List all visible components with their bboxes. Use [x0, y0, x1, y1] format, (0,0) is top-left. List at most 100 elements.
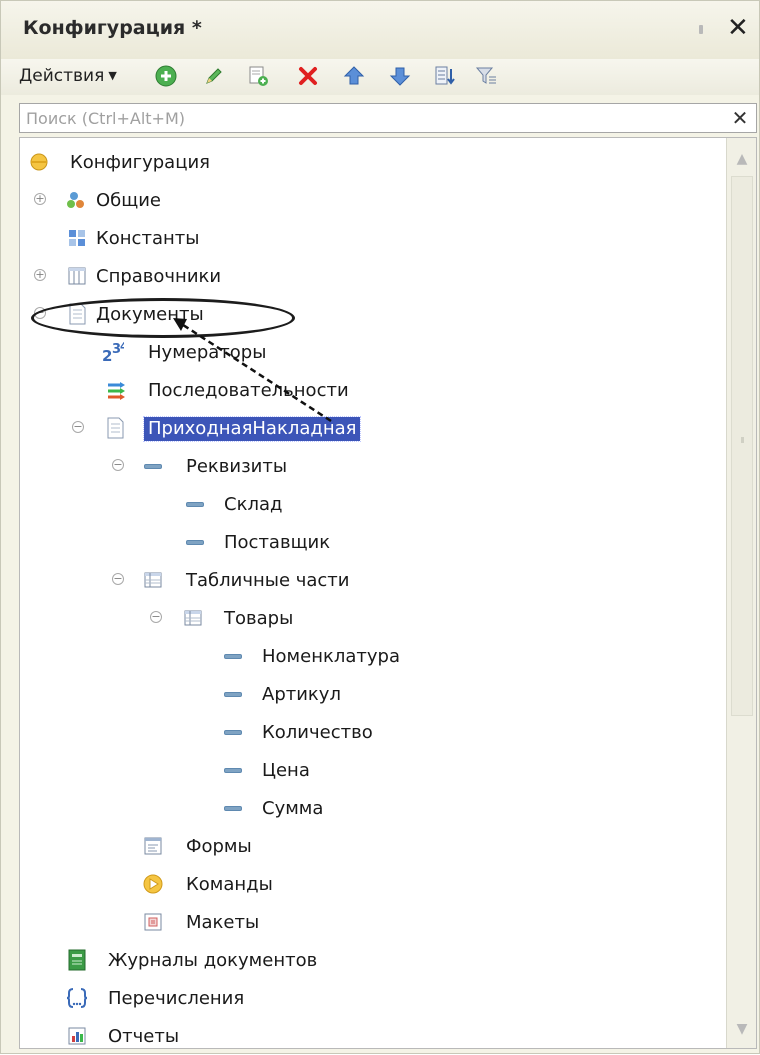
- copy-icon: [249, 66, 268, 86]
- scroll-up-button[interactable]: ▲: [727, 144, 756, 174]
- configuration-icon: [28, 151, 50, 173]
- tree-item-tabular-parts[interactable]: − Табличные части: [20, 564, 726, 598]
- attribute-icon: [142, 455, 164, 477]
- sort-button[interactable]: [431, 63, 457, 89]
- tree-item-sequences[interactable]: Последовательности: [20, 374, 726, 408]
- vertical-scrollbar[interactable]: ▲ ▼: [726, 138, 756, 1048]
- attribute-icon: [184, 493, 206, 515]
- expand-icon[interactable]: +: [34, 269, 46, 281]
- tree-label: Макеты: [186, 912, 260, 933]
- tree-label: Товары: [224, 608, 294, 629]
- tree-item-documents[interactable]: − Документы: [20, 298, 726, 332]
- edit-icon: [206, 68, 222, 84]
- clear-search-button[interactable]: ✕: [726, 104, 754, 132]
- tree-item-attributes[interactable]: − Реквизиты: [20, 450, 726, 484]
- document-icon: [104, 417, 126, 439]
- attribute-icon: [222, 759, 244, 781]
- numerators-icon: 234: [102, 341, 124, 363]
- collapse-icon[interactable]: −: [150, 611, 162, 623]
- tree-label: Поставщик: [224, 532, 331, 553]
- collapse-icon[interactable]: −: [112, 573, 124, 585]
- tree-label-selected: ПриходнаяНакладная: [142, 416, 362, 442]
- scroll-down-button[interactable]: ▼: [727, 1014, 756, 1044]
- delete-icon: [299, 67, 317, 85]
- collapse-icon[interactable]: −: [112, 459, 124, 471]
- tree-label: Константы: [96, 228, 200, 249]
- collapse-icon[interactable]: −: [72, 421, 84, 433]
- tree-item-reports[interactable]: Отчеты: [20, 1020, 726, 1048]
- documents-icon: [66, 303, 88, 325]
- tree-item-attr-supplier[interactable]: Поставщик: [20, 526, 726, 560]
- tree-label: Склад: [224, 494, 283, 515]
- common-icon: [66, 189, 88, 211]
- tree-item-col-price[interactable]: Цена: [20, 754, 726, 788]
- svg-text:4: 4: [120, 341, 124, 353]
- tree-item-numerators[interactable]: 234 Нумераторы: [20, 336, 726, 370]
- tree-label: Перечисления: [108, 988, 245, 1009]
- tree-item-catalogs[interactable]: + Справочники: [20, 260, 726, 294]
- pin-icon[interactable]: [699, 25, 703, 34]
- tree-label: Конфигурация: [70, 152, 210, 173]
- filter-button[interactable]: [473, 63, 499, 89]
- tree-item-col-quantity[interactable]: Количество: [20, 716, 726, 750]
- panel-titlebar: Конфигурация * ✕: [1, 1, 759, 59]
- forms-icon: [142, 835, 164, 857]
- tree-item-configuration[interactable]: Конфигурация: [20, 146, 726, 180]
- arrow-up-icon: [343, 66, 365, 85]
- configuration-tree: Конфигурация + Общие Константы + Справоч…: [19, 137, 757, 1049]
- collapse-icon[interactable]: −: [34, 307, 46, 319]
- move-up-button[interactable]: [341, 63, 367, 89]
- move-down-button[interactable]: [387, 63, 413, 89]
- tabular-part-icon: [142, 569, 164, 591]
- tree-item-forms[interactable]: Формы: [20, 830, 726, 864]
- attribute-icon: [184, 531, 206, 553]
- tree-item-document-prikhodnaya[interactable]: − ПриходнаяНакладная: [20, 412, 726, 446]
- actions-label: Действия: [19, 66, 105, 86]
- edit-button[interactable]: [201, 63, 227, 89]
- tree-item-attr-sklad[interactable]: Склад: [20, 488, 726, 522]
- tree-label: Реквизиты: [186, 456, 288, 477]
- enums-icon: [66, 987, 88, 1009]
- search-input[interactable]: [20, 104, 726, 132]
- attribute-icon: [222, 721, 244, 743]
- tree-item-goods[interactable]: − Товары: [20, 602, 726, 636]
- scrollbar-grip: [741, 437, 744, 443]
- delete-button[interactable]: [295, 63, 321, 89]
- tree-item-col-nomenclature[interactable]: Номенклатура: [20, 640, 726, 674]
- add-button[interactable]: [153, 63, 179, 89]
- attribute-icon: [222, 683, 244, 705]
- sequences-icon: [106, 379, 128, 401]
- tree-label: Артикул: [262, 684, 341, 705]
- tree-item-commands[interactable]: Команды: [20, 868, 726, 902]
- toolbar: Действия ▼: [1, 59, 759, 95]
- attribute-icon: [222, 797, 244, 819]
- tree-label: Сумма: [262, 798, 324, 819]
- tree-label: Отчеты: [108, 1026, 180, 1047]
- tree-label: Номенклатура: [262, 646, 400, 667]
- tree-item-constants[interactable]: Константы: [20, 222, 726, 256]
- filter-icon: [475, 67, 496, 84]
- copy-button[interactable]: [245, 63, 271, 89]
- tree-item-common[interactable]: + Общие: [20, 184, 726, 218]
- tree-item-col-sum[interactable]: Сумма: [20, 792, 726, 826]
- tree-item-enums[interactable]: Перечисления: [20, 982, 726, 1016]
- add-icon: [155, 65, 177, 87]
- tree-item-templates[interactable]: Макеты: [20, 906, 726, 940]
- tree-item-doc-journals[interactable]: Журналы документов: [20, 944, 726, 978]
- svg-text:2: 2: [102, 347, 112, 363]
- tree-label: Общие: [96, 190, 161, 211]
- tree-label: Количество: [262, 722, 373, 743]
- actions-menu-button[interactable]: Действия ▼: [19, 63, 117, 89]
- tree-label: Команды: [186, 874, 273, 895]
- expand-icon[interactable]: +: [34, 193, 46, 205]
- tree-item-col-article[interactable]: Артикул: [20, 678, 726, 712]
- tree-label: Табличные части: [186, 570, 350, 591]
- constants-icon: [66, 227, 88, 249]
- search-box: ✕: [19, 103, 757, 133]
- tree-label: Цена: [262, 760, 310, 781]
- close-panel-button[interactable]: ✕: [727, 13, 749, 43]
- tabular-part-icon: [182, 607, 204, 629]
- scrollbar-thumb[interactable]: [731, 176, 753, 716]
- attribute-icon: [222, 645, 244, 667]
- tree-label: Нумераторы: [148, 342, 267, 363]
